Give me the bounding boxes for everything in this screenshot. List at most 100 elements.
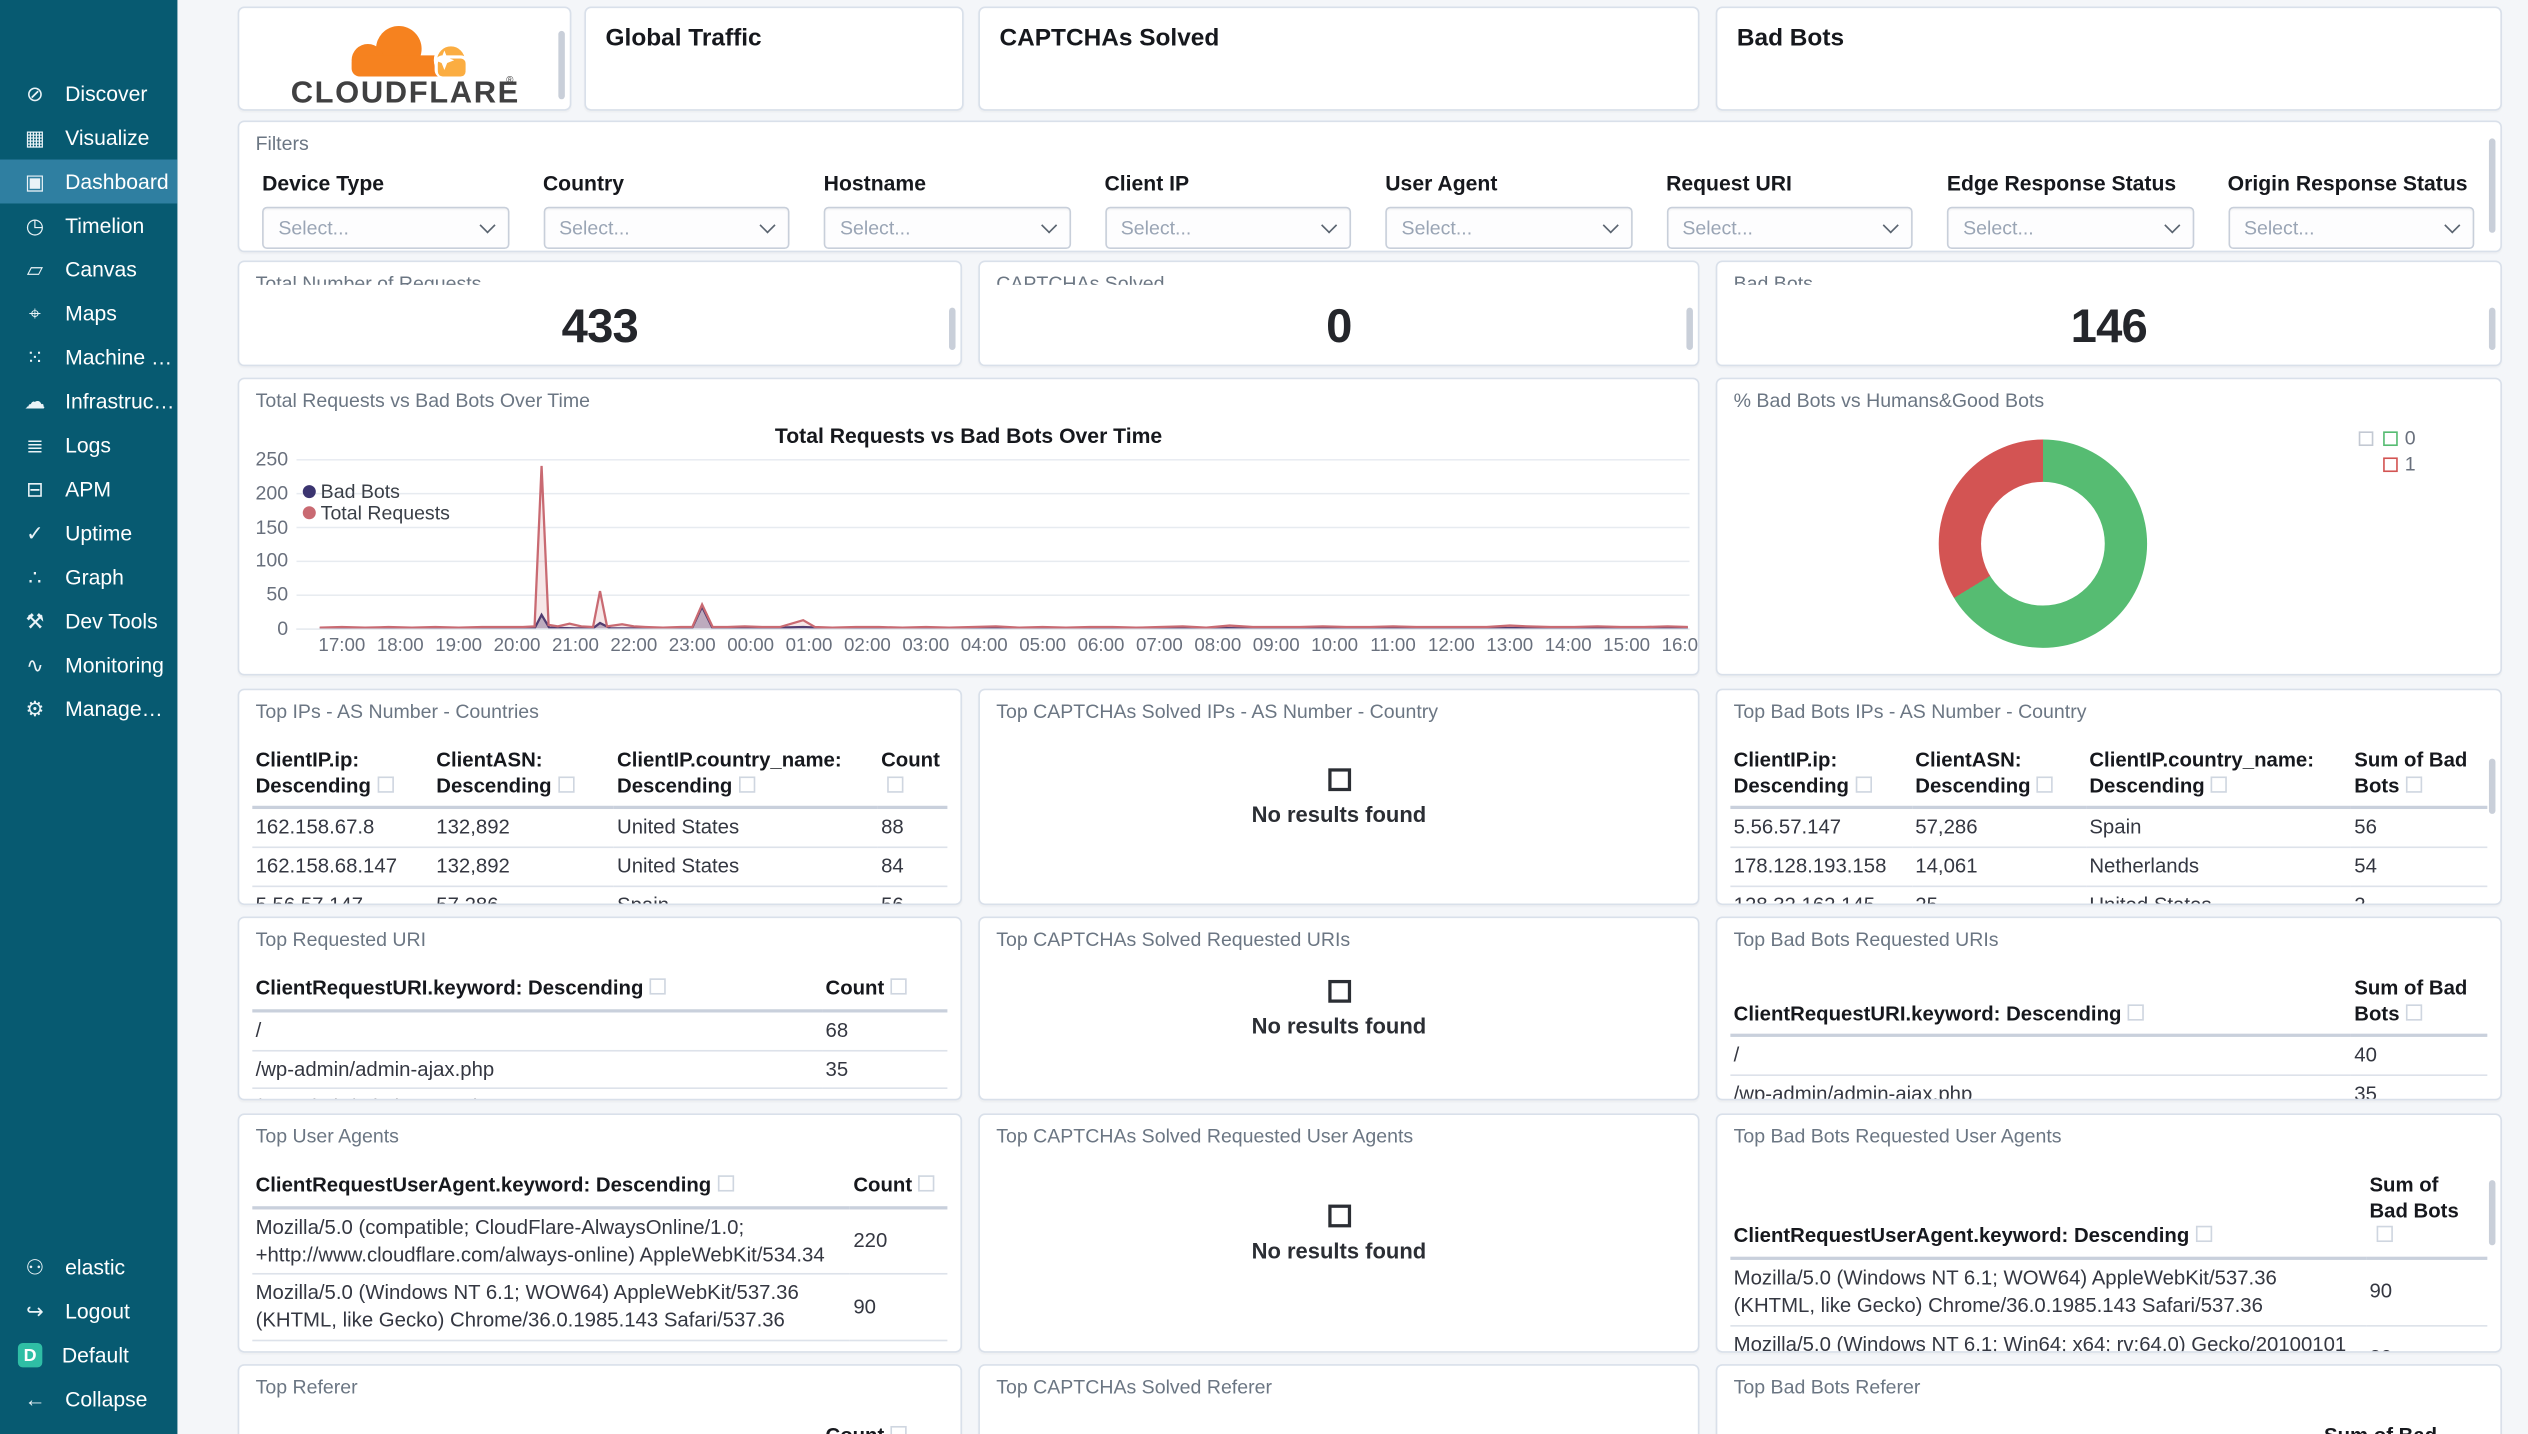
chevron-down-icon [2163,217,2180,234]
sidebar-item-logout[interactable]: ↪ Logout [0,1289,177,1333]
empty-visualization-icon [1327,1203,1351,1227]
sidebar-item-maps[interactable]: ⌖ Maps [0,291,177,335]
column-filter-icon[interactable] [377,775,394,793]
panel-scrollbar[interactable] [949,307,956,350]
space-default-badge: D [17,1342,43,1368]
column-header[interactable]: Sum of Bad Bots [2351,973,2488,1038]
series-line-bad-bots [319,604,1688,629]
captchas-solved-value: 0 [1326,301,1352,354]
column-header[interactable]: ClientASN: Descending [1912,745,2087,810]
no-results-message: No results found [980,979,1698,1038]
sidebar-item-collapse[interactable]: ← Collapse [0,1377,177,1421]
column-filter-icon[interactable] [890,978,908,995]
sidebar-item-machine-le-[interactable]: ⁙ Machine Le… [0,335,177,379]
sidebar-item-default[interactable]: D Default [0,1333,177,1377]
panel-scrollbar[interactable] [2488,1180,2496,1246]
sidebar-item-canvas[interactable]: ▱ Canvas [0,247,177,291]
column-header[interactable]: Count [850,1170,948,1209]
sidebar-item-label: Maps [65,301,117,326]
top-referer-panel: Top Referer Count [237,1364,963,1434]
chart-panel-title: Total Requests vs Bad Bots Over Time [255,389,590,412]
legend-filter-box[interactable] [2359,430,2374,446]
legend-dot [302,484,316,498]
chevron-down-icon [1882,217,1899,234]
column-header[interactable]: ClientRequestUserAgent.keyword: Descendi… [1730,1170,2367,1260]
legend-item-total-requests[interactable]: Total Requests [302,501,450,523]
column-header[interactable]: ClientIP.ip: Descending [252,745,434,810]
column-header[interactable]: Sum of Bad Bots [2351,745,2488,810]
column-filter-icon[interactable] [649,978,667,995]
column-filter-icon[interactable] [2211,775,2228,793]
filter-select-device-type[interactable]: Select... [262,206,509,250]
column-header[interactable]: ClientRequestURI.keyword: Descending [1730,973,2352,1038]
column-header[interactable]: Sum of Bad Bots [2366,1170,2488,1260]
line-chart-plot-area[interactable] [296,459,1690,630]
column-filter-icon[interactable] [2406,1003,2423,1021]
sidebar-item-monitoring[interactable]: ∿ Monitoring [0,643,177,687]
panel-scrollbar[interactable] [2488,307,2496,350]
column-filter-icon[interactable] [717,1175,735,1192]
column-header[interactable]: Count [877,745,948,810]
donut-chart[interactable] [1938,439,2148,648]
panel-title: Top Bad Bots Requested URIs [1733,927,1999,951]
filter-select-edge-response-status[interactable]: Select... [1946,206,2194,250]
column-filter-icon[interactable] [887,775,904,793]
legend-item-bad-bots[interactable]: Bad Bots [302,479,450,502]
column-filter-icon[interactable] [1855,775,1872,793]
sidebar-item-logs[interactable]: ≣ Logs [0,423,177,467]
column-filter-icon[interactable] [738,775,756,793]
sidebar-item-dashboard[interactable]: ▣ Dashboard [0,159,178,204]
sidebar-item-dev-tools[interactable]: ⚒ Dev Tools [0,599,177,643]
column-header[interactable]: ClientIP.ip: Descending [1730,745,1913,810]
column-filter-icon[interactable] [890,1425,908,1434]
sidebar-item-visualize[interactable]: ▦ Visualize [0,116,177,160]
column-header[interactable] [252,1421,823,1434]
sidebar-item-apm[interactable]: ⊟ APM [0,467,177,511]
column-header[interactable]: ClientASN: Descending [433,745,614,810]
panel-scrollbar[interactable] [1686,307,1693,350]
column-filter-icon[interactable] [918,1175,935,1192]
sidebar-item-label: Canvas [65,257,137,282]
filter-select-request-uri[interactable]: Select... [1666,206,1913,250]
filter-label: Origin Response Status [2227,170,2468,196]
column-filter-icon[interactable] [2037,775,2054,793]
column-header[interactable]: ClientIP.country_name: Descending [613,745,878,810]
collapse-arrow-icon: ← [24,1386,46,1412]
x-tick-label: 21:00 [552,636,599,657]
filter-select-origin-response-status[interactable]: Select... [2227,206,2475,250]
filter-select-country[interactable]: Select... [542,206,790,250]
filter-select-hostname[interactable]: Select... [823,206,1071,250]
filter-select-client-ip[interactable]: Select... [1104,206,1352,250]
bad-bots-header-panel: Bad Bots [1715,6,2502,111]
sidebar-item-management[interactable]: ⚙ Management [0,687,178,731]
column-filter-icon[interactable] [558,775,575,793]
pie-legend-item-1[interactable]: 1 [2349,451,2416,477]
data-table: ClientIP.ip: Descending ClientASN: Descen… [1730,745,2488,904]
column-header[interactable]: ClientRequestURI.keyword: Descending [252,973,823,1012]
panel-scrollbar[interactable] [2488,758,2496,814]
sidebar-item-elastic[interactable]: ⚇ elastic [0,1245,177,1289]
panel-scrollbar[interactable] [2488,138,2496,233]
sidebar-item-infrastructure[interactable]: ☁ Infrastructure [0,379,177,423]
sidebar-item-uptime[interactable]: ✓ Uptime [0,511,177,555]
panel-scrollbar[interactable] [558,30,565,100]
column-header[interactable]: Count [822,973,948,1012]
column-header[interactable]: ClientRequestUserAgent.keyword: Descendi… [252,1170,851,1209]
filter-select-user-agent[interactable]: Select... [1385,206,1632,250]
column-filter-icon[interactable] [2406,775,2423,793]
column-header[interactable] [1730,1421,2321,1434]
column-header[interactable]: ClientIP.country_name: Descending [2086,745,2352,810]
sidebar-item-graph[interactable]: ∴ Graph [0,555,177,599]
column-header-label: Count [853,1173,913,1197]
column-header[interactable]: Count [822,1421,948,1434]
column-filter-icon[interactable] [2375,1226,2393,1243]
sidebar-item-timelion[interactable]: ◷ Timelion [0,203,177,247]
table-row: /wp-admin/admin-post.php16 [252,1088,948,1099]
pie-legend-item-0[interactable]: 0 [2349,425,2416,451]
column-header[interactable]: Sum of Bad Bots [2320,1421,2488,1434]
column-filter-icon[interactable] [2127,1003,2145,1021]
captchas-solved-title: CAPTCHAs Solved [999,24,1220,53]
column-filter-icon[interactable] [2195,1226,2213,1243]
table-cell: 90 [850,1274,948,1342]
sidebar-item-discover[interactable]: ⊘ Discover [0,72,177,116]
